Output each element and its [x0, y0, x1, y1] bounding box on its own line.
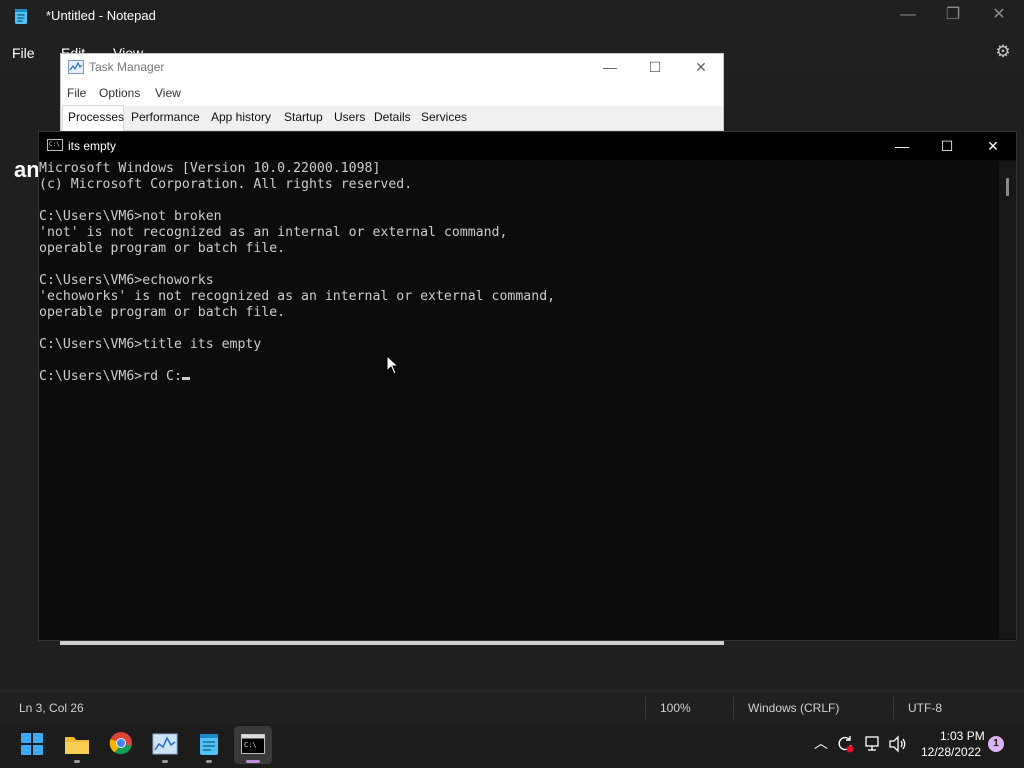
notepad-menu-file[interactable]: File — [12, 45, 35, 61]
terminal-icon[interactable]: C:\ — [241, 734, 265, 754]
cursor-position-status: Ln 3, Col 26 — [19, 701, 84, 715]
task-manager-app-icon — [68, 60, 84, 74]
cmd-close-button[interactable]: ✕ — [970, 132, 1016, 160]
tab-services[interactable]: Services — [421, 110, 467, 124]
cmd-maximize-button[interactable]: ☐ — [924, 132, 970, 160]
app-running-indicator — [162, 760, 168, 763]
notepad-status-bar — [0, 690, 1024, 725]
tab-startup[interactable]: Startup — [284, 110, 323, 124]
task-manager-close-button[interactable]: ✕ — [679, 53, 723, 81]
task-manager-menu-options[interactable]: Options — [99, 86, 140, 100]
command-prompt-title: its empty — [68, 139, 117, 153]
console-line: 'not' is not recognized as an internal o… — [39, 225, 508, 240]
zoom-status: 100% — [660, 701, 691, 715]
notepad-close-button[interactable]: ✕ — [976, 0, 1022, 32]
notepad-app-icon — [15, 9, 27, 24]
clock-date[interactable]: 12/28/2022 — [921, 745, 981, 759]
task-manager-icon[interactable] — [152, 733, 178, 755]
chrome-icon[interactable] — [109, 731, 133, 755]
app-running-indicator — [74, 760, 80, 763]
sync-icon[interactable] — [836, 735, 854, 753]
console-line: (c) Microsoft Corporation. All rights re… — [39, 177, 413, 192]
line-ending-status: Windows (CRLF) — [748, 701, 840, 715]
status-divider — [645, 697, 646, 719]
start-icon[interactable] — [20, 732, 44, 756]
console-line: C:\Users\VM6>echoworks — [39, 273, 214, 288]
text-cursor — [181, 377, 190, 380]
app-active-indicator — [246, 760, 260, 763]
volume-icon[interactable] — [888, 735, 908, 753]
tab-processes[interactable]: Processes — [68, 110, 124, 124]
scrollbar-thumb[interactable] — [1006, 178, 1009, 196]
clock-time[interactable]: 1:03 PM — [940, 729, 985, 743]
notepad-restore-button[interactable]: ❐ — [930, 0, 976, 32]
notepad-minimize-button[interactable]: — — [885, 0, 931, 32]
chevron-up-icon[interactable]: ︿ — [814, 733, 828, 753]
task-manager-menu-view[interactable]: View — [155, 86, 181, 100]
cmd-minimize-button[interactable]: — — [879, 132, 925, 160]
command-prompt-icon: C:\ — [47, 139, 63, 151]
task-manager-minimize-button[interactable]: — — [588, 53, 632, 81]
settings-gear-icon[interactable]: ⚙ — [994, 43, 1012, 61]
mouse-pointer-icon — [386, 355, 400, 375]
console-prompt-line[interactable]: C:\Users\VM6>rd C: — [39, 369, 182, 384]
tab-performance[interactable]: Performance — [131, 110, 200, 124]
console-scrollbar[interactable] — [999, 161, 1016, 639]
command-prompt-titlebar[interactable] — [39, 132, 1016, 160]
console-line: Microsoft Windows [Version 10.0.22000.10… — [39, 161, 381, 176]
console-line: operable program or batch file. — [39, 241, 286, 256]
tab-users[interactable]: Users — [334, 110, 365, 124]
status-divider — [893, 697, 894, 719]
status-divider — [733, 697, 734, 719]
task-manager-maximize-button[interactable]: ☐ — [633, 53, 677, 81]
console-text: Microsoft Windows [Version 10.0.22000.10… — [39, 161, 555, 385]
console-line: operable program or batch file. — [39, 305, 286, 320]
tab-app-history[interactable]: App history — [211, 110, 271, 124]
console-line: C:\Users\VM6>title its empty — [39, 337, 262, 352]
app-running-indicator — [206, 760, 212, 763]
tab-details[interactable]: Details — [374, 110, 411, 124]
svg-text:C:\: C:\ — [244, 741, 257, 749]
notification-badge[interactable]: 1 — [988, 736, 1004, 752]
notepad-title: *Untitled - Notepad — [46, 8, 156, 23]
file-explorer-icon[interactable] — [64, 733, 90, 755]
network-icon[interactable] — [863, 735, 881, 753]
task-manager-title: Task Manager — [89, 60, 165, 74]
notepad-icon[interactable] — [199, 731, 219, 756]
console-line: 'echoworks' is not recognized as an inte… — [39, 289, 556, 304]
task-manager-menu-file[interactable]: File — [67, 86, 86, 100]
encoding-status: UTF-8 — [908, 701, 942, 715]
console-line: C:\Users\VM6>not broken — [39, 209, 222, 224]
